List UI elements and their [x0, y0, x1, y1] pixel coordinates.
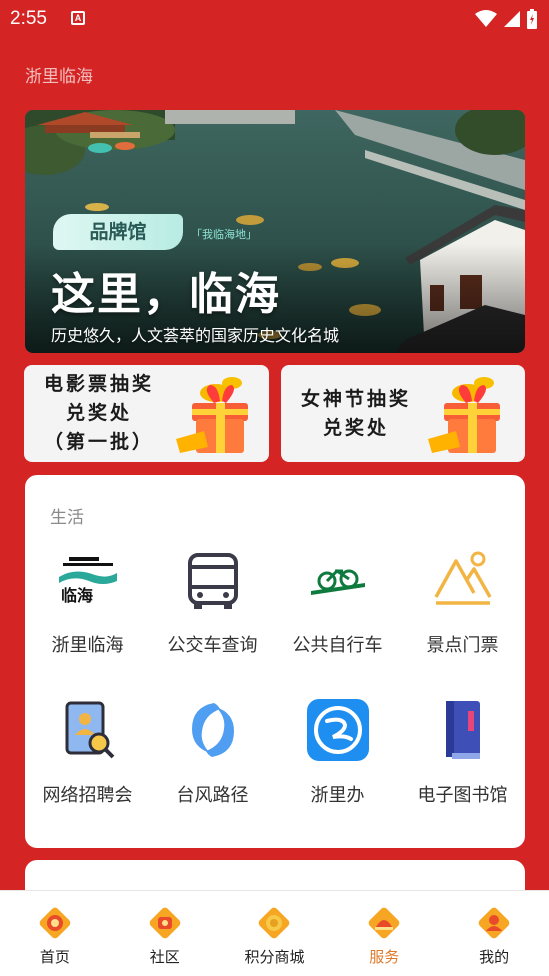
- tab-services[interactable]: 服务: [329, 891, 439, 976]
- tab-points-mall[interactable]: 积分商城: [220, 891, 330, 976]
- tab-label: 首页: [39, 949, 70, 966]
- tab-label: 服务: [369, 949, 400, 966]
- gift-box-icon: [428, 377, 500, 453]
- notification-app-icon: A: [71, 11, 85, 25]
- service-label: 电子图书馆: [417, 785, 508, 805]
- signal-icon: [504, 11, 520, 27]
- status-time: 2:55: [10, 8, 47, 29]
- profile-tab-icon: [478, 907, 510, 939]
- svg-text:临海: 临海: [61, 586, 93, 605]
- service-label: 浙里办: [310, 785, 365, 805]
- service-typhoon-path[interactable]: 台风路径: [150, 697, 275, 809]
- service-public-bicycle[interactable]: 公共自行车: [275, 547, 400, 659]
- promo-text: 女神节抽奖 兑奖处: [291, 365, 421, 462]
- tab-label: 社区: [149, 949, 180, 966]
- service-bus-query[interactable]: 公交车查询: [150, 547, 275, 659]
- hero-banner[interactable]: 品牌馆 「我临海地」 这里，临海 历史悠久，人文荟萃的国家历史文化名城: [25, 110, 525, 353]
- ebook-library-icon: [445, 701, 480, 759]
- promo-text: 电影票抽奖 兑奖处 （第一批）: [34, 365, 164, 462]
- section-title-life: 生活: [50, 508, 84, 527]
- service-zheliban[interactable]: 浙里办: [275, 697, 400, 809]
- life-services-card: 生活 临海 浙里临海 公交车查询 公共自行车 景点门票 网络招聘会 台风路径 浙…: [25, 475, 525, 848]
- service-label: 景点门票: [426, 635, 499, 655]
- service-online-job-fair[interactable]: 网络招聘会: [25, 697, 150, 809]
- promo-line: 女神节抽奖: [300, 387, 411, 410]
- service-label: 公共自行车: [292, 635, 383, 655]
- zheli-linhai-logo-icon: 临海: [58, 557, 117, 605]
- tab-home[interactable]: 首页: [0, 891, 110, 976]
- recruitment-icon: [65, 701, 114, 759]
- points-mall-tab-icon: [259, 907, 290, 939]
- promo-line: 兑奖处: [65, 402, 132, 424]
- bicycle-icon: [310, 569, 365, 595]
- community-tab-icon: [149, 907, 181, 939]
- banner-badge: 品牌馆: [53, 214, 183, 250]
- status-bar: 2:55 A: [0, 0, 549, 38]
- mountain-ticket-icon: [433, 551, 492, 605]
- promo-womens-day-lottery[interactable]: 女神节抽奖 兑奖处: [281, 365, 525, 462]
- bus-icon: [187, 553, 238, 609]
- battery-icon: [527, 9, 537, 29]
- gift-box-icon: [176, 377, 248, 453]
- banner-headline: 这里，临海: [51, 269, 281, 320]
- bottom-navigation: 首页 社区 积分商城 服务 我的: [0, 890, 549, 976]
- typhoon-icon: [191, 703, 234, 757]
- service-label: 浙里临海: [51, 635, 124, 655]
- wifi-icon: [475, 10, 497, 27]
- service-label: 网络招聘会: [42, 785, 133, 805]
- promo-line: 电影票抽奖: [43, 373, 154, 395]
- services-tab-icon: [368, 907, 400, 939]
- service-label: 公交车查询: [167, 635, 258, 655]
- service-zheli-linhai[interactable]: 临海 浙里临海: [25, 547, 150, 659]
- page-title: 浙里临海: [25, 67, 93, 86]
- promo-line: （第一批）: [43, 431, 154, 453]
- tab-label: 积分商城: [244, 949, 305, 966]
- promo-line: 兑奖处: [322, 416, 389, 439]
- tab-label: 我的: [479, 949, 510, 966]
- tab-community[interactable]: 社区: [110, 891, 220, 976]
- zheliban-icon: [306, 699, 369, 761]
- promo-movie-ticket-lottery[interactable]: 电影票抽奖 兑奖处 （第一批）: [24, 365, 269, 462]
- service-scenic-tickets[interactable]: 景点门票: [400, 547, 525, 659]
- banner-badge-subtitle: 「我临海地」: [191, 229, 257, 241]
- banner-caption: 历史悠久，人文荟萃的国家历史文化名城: [51, 326, 340, 345]
- tab-mine[interactable]: 我的: [439, 891, 549, 976]
- service-ebook-library[interactable]: 电子图书馆: [400, 697, 525, 809]
- service-label: 台风路径: [176, 785, 249, 805]
- home-tab-icon: [39, 907, 71, 939]
